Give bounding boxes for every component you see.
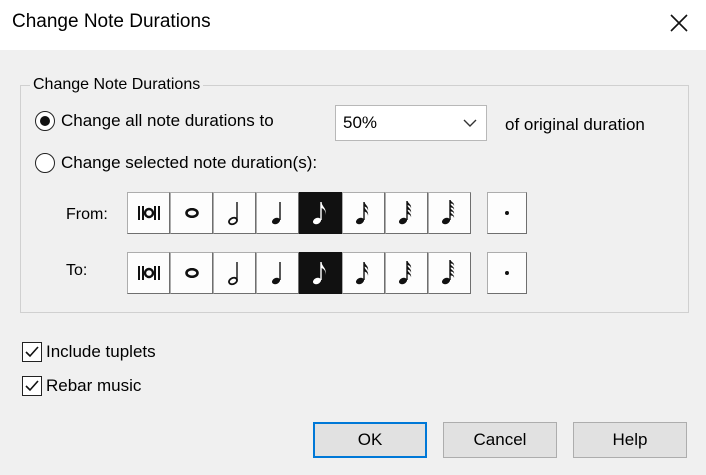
radio-change-selected-circle[interactable]: [35, 153, 55, 173]
cancel-button[interactable]: Cancel: [443, 422, 557, 458]
include-tuplets-label: Include tuplets: [46, 342, 156, 361]
percent-select[interactable]: 50%: [335, 105, 487, 141]
from-dot-button[interactable]: [487, 192, 527, 234]
radio-change-all-circle[interactable]: [35, 111, 55, 131]
duration-suffix-label: of original duration: [505, 115, 645, 134]
augmentation-dot-icon: [505, 271, 509, 275]
from-sixty-fourth-note-button[interactable]: [428, 192, 471, 234]
ok-button[interactable]: OK: [313, 422, 427, 458]
from-whole-note-button[interactable]: [170, 192, 213, 234]
to-half-note-button[interactable]: [213, 252, 256, 294]
to-whole-note-button[interactable]: [170, 252, 213, 294]
radio-change-all[interactable]: Change all note durations to: [35, 111, 274, 131]
to-dot-button[interactable]: [487, 252, 527, 294]
radio-change-selected-label: Change selected note duration(s):: [61, 153, 318, 172]
to-sixty-fourth-note-button[interactable]: [428, 252, 471, 294]
from-label: From:: [66, 206, 108, 223]
chevron-down-icon: [463, 119, 477, 127]
from-sixteenth-note-button[interactable]: [342, 192, 385, 234]
breve-icon: [137, 206, 160, 220]
close-icon: [670, 14, 688, 32]
include-tuplets-checkbox[interactable]: [22, 342, 42, 362]
to-breve-button[interactable]: [127, 252, 170, 294]
quarter-note-icon: [271, 202, 281, 225]
from-thirty-second-note-button[interactable]: [385, 192, 428, 234]
window-title: Change Note Durations: [12, 11, 211, 32]
sixty-fourth-note-icon: [441, 200, 454, 225]
from-note-row: [127, 192, 471, 234]
to-label: To:: [66, 262, 88, 279]
quarter-note-icon: [271, 262, 281, 285]
eighth-note-icon: [312, 202, 326, 225]
rebar-music-checkbox[interactable]: [22, 376, 42, 396]
whole-note-icon: [184, 268, 199, 278]
close-button[interactable]: [660, 4, 698, 42]
to-quarter-note-button[interactable]: [256, 252, 299, 294]
half-note-icon: [227, 262, 238, 286]
percent-select-value: 50%: [343, 113, 378, 132]
augmentation-dot-icon: [505, 211, 509, 215]
eighth-note-icon: [312, 262, 326, 285]
to-thirty-second-note-button[interactable]: [385, 252, 428, 294]
group-label: Change Note Durations: [30, 76, 204, 94]
title-bar: Change Note Durations: [0, 0, 706, 50]
to-eighth-note-button[interactable]: [299, 252, 342, 294]
checkmark-icon: [25, 380, 39, 392]
thirty-second-note-icon: [398, 201, 411, 225]
breve-icon: [137, 266, 160, 280]
from-half-note-button[interactable]: [213, 192, 256, 234]
sixty-fourth-note-icon: [441, 260, 454, 285]
whole-note-icon: [184, 208, 199, 218]
checkmark-icon: [25, 346, 39, 358]
help-button[interactable]: Help: [573, 422, 687, 458]
radio-change-all-label: Change all note durations to: [61, 111, 274, 130]
dialog-body: Change Note Durations Change all note du…: [0, 50, 706, 475]
rebar-music-label: Rebar music: [46, 376, 142, 395]
from-breve-button[interactable]: [127, 192, 170, 234]
thirty-second-note-icon: [398, 261, 411, 285]
rebar-music-checkbox-row[interactable]: Rebar music: [22, 376, 141, 396]
include-tuplets-checkbox-row[interactable]: Include tuplets: [22, 342, 156, 362]
radio-change-selected[interactable]: Change selected note duration(s):: [35, 153, 317, 173]
from-quarter-note-button[interactable]: [256, 192, 299, 234]
to-note-row: [127, 252, 471, 294]
half-note-icon: [227, 202, 238, 226]
from-eighth-note-button[interactable]: [299, 192, 342, 234]
sixteenth-note-icon: [355, 262, 368, 285]
sixteenth-note-icon: [355, 202, 368, 225]
to-sixteenth-note-button[interactable]: [342, 252, 385, 294]
